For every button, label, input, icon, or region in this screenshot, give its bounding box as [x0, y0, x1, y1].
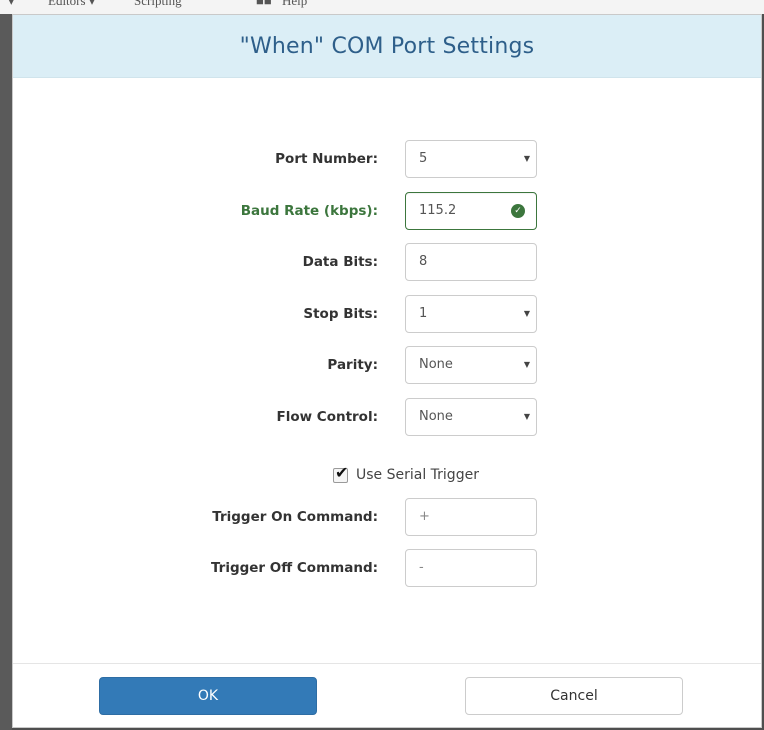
chevron-down-icon: ▾ [8, 0, 15, 8]
trigger-on-label: Trigger On Command: [212, 509, 378, 525]
help-icon: ■■ [256, 0, 272, 8]
stop-bits-row: Stop Bits: 1 ▼ [13, 295, 761, 333]
baud-rate-label: Baud Rate (kbps): [240, 203, 378, 219]
flow-control-select[interactable]: None ▼ [405, 398, 537, 436]
port-number-select[interactable]: 5 ▼ [405, 140, 537, 178]
trigger-off-value: - [419, 560, 424, 575]
stop-bits-value: 1 [419, 306, 428, 321]
trigger-off-row: Trigger Off Command: - [13, 549, 761, 587]
data-bits-row: Data Bits: 8 [13, 243, 761, 281]
parity-value: None [419, 357, 453, 372]
dialog-title: "When" COM Port Settings [239, 33, 535, 59]
menu-help: Help [282, 0, 308, 8]
use-serial-trigger-row[interactable]: ✔ Use Serial Trigger [333, 463, 479, 487]
use-serial-trigger-label: Use Serial Trigger [356, 467, 479, 483]
menu-editors: Editors ▾ [48, 0, 96, 8]
trigger-on-value: + [419, 509, 430, 524]
baud-rate-input[interactable]: 115.2 ✓ [405, 192, 537, 230]
trigger-off-label: Trigger Off Command: [210, 560, 378, 576]
menu-scripting: Scripting [134, 0, 182, 8]
baud-rate-value: 115.2 [419, 203, 457, 218]
parity-select[interactable]: None ▼ [405, 346, 537, 384]
parity-label: Parity: [327, 357, 378, 373]
dialog-footer: OK Cancel [13, 663, 761, 730]
baud-rate-row: Baud Rate (kbps): 115.2 ✓ [13, 192, 761, 230]
port-number-value: 5 [419, 151, 428, 166]
trigger-on-input[interactable]: + [405, 498, 537, 536]
flow-control-label: Flow Control: [276, 409, 378, 425]
port-number-label: Port Number: [275, 151, 378, 167]
data-bits-value: 8 [419, 254, 428, 269]
stop-bits-label: Stop Bits: [303, 306, 378, 322]
com-port-settings-dialog: "When" COM Port Settings Port Number: 5 … [12, 14, 762, 728]
flow-control-row: Flow Control: None ▼ [13, 398, 761, 436]
chevron-down-icon: ▼ [523, 309, 530, 318]
ok-button[interactable]: OK [99, 677, 317, 715]
chevron-down-icon: ▼ [523, 360, 530, 369]
trigger-off-input[interactable]: - [405, 549, 537, 587]
data-bits-label: Data Bits: [302, 254, 378, 270]
chevron-down-icon: ▼ [523, 154, 530, 163]
flow-control-value: None [419, 409, 453, 424]
cancel-button[interactable]: Cancel [465, 677, 683, 715]
trigger-on-row: Trigger On Command: + [13, 498, 761, 536]
use-serial-trigger-checkbox[interactable]: ✔ [333, 462, 349, 483]
background-app [0, 14, 12, 730]
parity-row: Parity: None ▼ [13, 346, 761, 384]
checkmark-icon: ✔ [335, 462, 349, 482]
check-circle-icon: ✓ [511, 204, 525, 218]
stop-bits-select[interactable]: 1 ▼ [405, 295, 537, 333]
data-bits-input[interactable]: 8 [405, 243, 537, 281]
dialog-header: "When" COM Port Settings [13, 15, 761, 78]
background-menu-bar: ▾ Editors ▾ Scripting ■■ Help [0, 0, 764, 14]
chevron-down-icon: ▼ [523, 412, 530, 421]
port-number-row: Port Number: 5 ▼ [13, 140, 761, 178]
